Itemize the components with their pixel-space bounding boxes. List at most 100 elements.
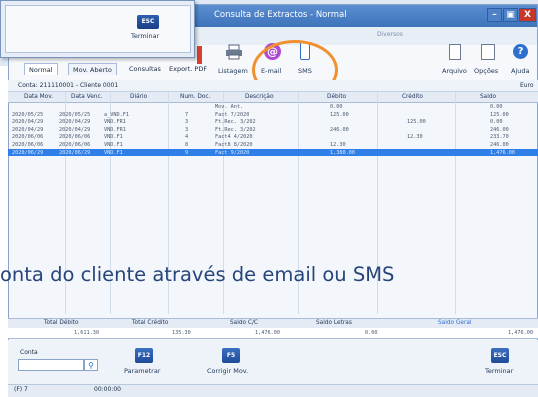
table-cell: VND.F1 [104, 142, 123, 148]
table-cell: 2020/05/25 [12, 111, 44, 118]
status-time: 00:00:00 [94, 386, 121, 393]
saldo-geral-value: 1,476.00 [508, 330, 533, 336]
status-left: (F) 7 [14, 386, 28, 393]
table-cell: 0.00 [330, 104, 343, 110]
tab-consultas[interactable]: Consultas [125, 63, 165, 75]
table-cell: 125.00 [407, 119, 426, 126]
table-cell: 1,476.00 [490, 149, 515, 156]
saldo-letras-label: Saldo Letras [316, 320, 352, 326]
col-credito[interactable]: Crédito [402, 94, 423, 100]
popup-terminar-label[interactable]: Terminar [131, 32, 159, 40]
table-cell: VND.F1 [104, 149, 123, 156]
table-cell: Ft.Rec. 3/202 [215, 119, 256, 126]
saldo-letras-value: 0.00 [365, 330, 378, 336]
sub-bar-title: Diversos [377, 31, 403, 38]
conta-input[interactable] [18, 359, 84, 371]
popup-panel [5, 5, 191, 53]
total-credito-value: 135.30 [172, 330, 191, 336]
table-cell: 125.00 [330, 111, 349, 118]
table-cell: VND.FR1 [104, 119, 126, 126]
saldo-geral-label: Saldo Geral [438, 320, 472, 326]
table-cell: Fact 9/2020 [215, 149, 250, 156]
table-cell: 2020/06/06 [59, 134, 91, 141]
terminar-label[interactable]: Terminar [485, 367, 513, 375]
table-cell: 0.00 [490, 119, 503, 126]
corrigir-mov-label[interactable]: Corrigir Mov. [207, 367, 248, 375]
table-cell: 2020/04/29 [59, 119, 91, 126]
saldo-cc-label: Saldo C/C [230, 320, 258, 326]
table-row[interactable]: 2020/06/06 2020/06/06 VND.F1 8 Fact8 8/2020 1… [8, 141, 538, 149]
table-cell: 7 [185, 111, 189, 118]
arquivo-label[interactable]: Arquivo [442, 67, 467, 75]
table-cell: 0.00 [490, 104, 503, 110]
maximize-button[interactable]: ▣ [503, 8, 518, 22]
total-debito-label: Total Débito [44, 320, 79, 326]
saldo-cc-value: 1,476.00 [255, 330, 280, 336]
table-cell: 246.00 [330, 126, 349, 133]
col-diario[interactable]: Diário [130, 94, 147, 100]
table-cell: VND.FR1 [104, 126, 126, 133]
window-title: Consulta de Extractos - Normal [214, 10, 347, 20]
tab-normal[interactable]: Normal [24, 63, 58, 75]
table-row[interactable]: 2020/04/29 2020/04/29 VND.FR1 3 Ft.Rec. 3/20… [8, 126, 538, 134]
table-cell: 8 [185, 142, 189, 148]
table-row[interactable]: 2020/04/29 2020/04/29 VND.FR1 3 Ft.Rec. 3/20… [8, 118, 538, 126]
f12-button[interactable]: F12 [135, 348, 153, 363]
table-cell: 2020/04/29 [12, 126, 44, 133]
table-cell: 12.30 [330, 142, 346, 148]
table-cell: 233.70 [490, 134, 509, 141]
table-cell: 3 [185, 126, 189, 133]
popup-esc-button[interactable]: ESC [137, 15, 159, 29]
table-cell: Fact8 8/2020 [215, 142, 253, 148]
total-debito-value: 1,611.30 [74, 330, 99, 336]
table-row[interactable]: 2020/06/06 2020/06/06 VND.F1 4 Fact4 4/2020 1… [8, 133, 538, 141]
ajuda-label[interactable]: Ajuda [511, 67, 529, 75]
table-cell: 246.00 [490, 126, 509, 133]
search-icon[interactable]: ⚲ [84, 359, 98, 371]
col-num-doc[interactable]: Num. Doc. [180, 94, 210, 100]
col-data-mov[interactable]: Data Mov. [24, 94, 53, 100]
table-cell: 2020/06/06 [12, 142, 44, 148]
table-cell: VND.F1 [104, 134, 123, 141]
close-button[interactable]: X [519, 8, 536, 22]
minimize-button[interactable]: – [487, 8, 502, 22]
opcoes-label[interactable]: Opções [474, 67, 498, 75]
table-cell: 2020/05/25 [59, 111, 91, 118]
conta-label: Conta [20, 349, 38, 356]
col-debito[interactable]: Débito [327, 94, 346, 100]
status-bar [8, 384, 538, 397]
table-row[interactable]: 2020/05/25 2020/05/25 a_VND.F1 7 Fact 7/2020… [8, 111, 538, 119]
archive-icon[interactable] [449, 44, 461, 60]
help-icon[interactable]: ? [513, 44, 528, 59]
listagem-label[interactable]: Listagem [218, 67, 248, 75]
table-cell: 2020/06/06 [59, 142, 91, 148]
table-row[interactable]: Mov. Ant. 0.00 0.00 [8, 103, 538, 111]
table-cell: a_VND.F1 [104, 111, 129, 118]
total-credito-label: Total Crédito [132, 320, 169, 326]
esc-button[interactable]: ESC [491, 348, 509, 363]
parametrar-label[interactable]: Parametrar [124, 367, 160, 375]
table-cell: 3 [185, 119, 189, 126]
video-caption: onta do cliente através de email ou SMS [0, 263, 395, 286]
options-icon[interactable] [481, 44, 495, 60]
table-cell: Fact4 4/2020 [215, 134, 253, 141]
table-cell: 2020/06/29 [12, 149, 44, 156]
terminar-popup: ESC Terminar [0, 0, 195, 58]
table-cell: 246.00 [490, 142, 509, 148]
table-cell: 4 [185, 134, 189, 141]
table-cell: 2020/06/29 [59, 149, 91, 156]
tab-mov-aberto[interactable]: Mov. Aberto [68, 63, 117, 75]
table-row[interactable]: 2020/06/29 2020/06/29 VND.F1 9 Fact 9/2020 1,… [8, 148, 538, 157]
table-cell: 9 [185, 149, 189, 156]
col-saldo[interactable]: Saldo [480, 94, 496, 100]
table-cell: Fact 7/2020 [215, 111, 250, 118]
table-cell: 125.00 [490, 111, 509, 118]
table-cell: 12.30 [407, 134, 423, 141]
pdf-icon [197, 46, 202, 64]
printer-icon[interactable] [225, 44, 243, 60]
tab-export-pdf[interactable]: Export. PDF [165, 63, 211, 75]
col-descricao[interactable]: Descrição [245, 94, 274, 100]
table-cell: 2020/04/29 [59, 126, 91, 133]
f5-button[interactable]: F5 [222, 348, 240, 363]
col-data-venc[interactable]: Data Venc. [71, 94, 102, 100]
